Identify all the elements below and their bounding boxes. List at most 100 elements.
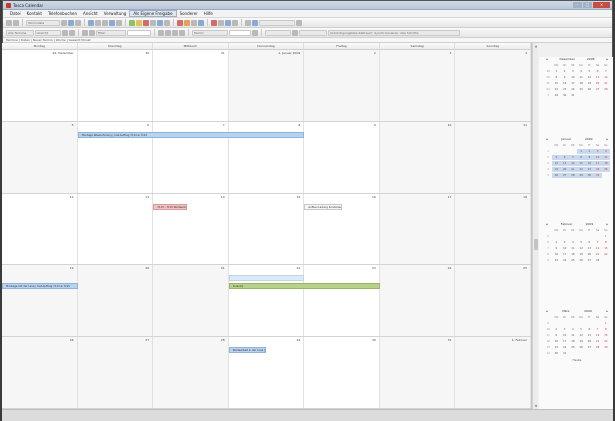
- mini-day[interactable]: 24: [593, 167, 602, 172]
- mini-day[interactable]: 20: [594, 81, 602, 86]
- help-icon[interactable]: [296, 19, 302, 26]
- mini-day[interactable]: 2: [552, 240, 560, 245]
- mini-day[interactable]: 7: [594, 240, 602, 245]
- day-cell[interactable]: 4: [455, 50, 531, 121]
- mini-day[interactable]: 20: [560, 167, 569, 172]
- mini-day[interactable]: 16: [561, 81, 569, 86]
- mini-day[interactable]: 23: [552, 258, 560, 263]
- day-cell[interactable]: 9: [304, 121, 380, 193]
- options-field[interactable]: [259, 19, 295, 26]
- mini-day[interactable]: 25: [601, 167, 610, 172]
- add-icon[interactable]: [129, 19, 135, 26]
- day-cell[interactable]: 28: [153, 337, 229, 408]
- mini-day[interactable]: 7: [594, 327, 602, 332]
- mini-day[interactable]: 11: [569, 246, 577, 251]
- mini-day[interactable]: 11: [601, 155, 610, 160]
- sync-icon[interactable]: [198, 19, 204, 26]
- day-cell[interactable]: 17: [379, 193, 456, 265]
- mini-day[interactable]: 5: [577, 327, 585, 332]
- next-month-icon[interactable]: ▸: [606, 309, 608, 314]
- calendar-picker-icon[interactable]: [252, 29, 258, 36]
- range-dropdown[interactable]: [265, 29, 291, 36]
- mini-day[interactable]: 11: [577, 75, 585, 80]
- mini-day[interactable]: 27: [560, 173, 569, 178]
- mini-day[interactable]: 7: [568, 155, 577, 160]
- nav-prev-icon[interactable]: [62, 29, 68, 36]
- mini-day[interactable]: 19: [577, 252, 585, 257]
- day-cell[interactable]: 18: [455, 193, 531, 265]
- prev-month-icon[interactable]: ◂: [546, 222, 548, 227]
- group-icon[interactable]: [232, 19, 238, 26]
- calendar-event[interactable]: [228, 275, 305, 282]
- mini-day[interactable]: 29: [602, 345, 610, 350]
- day-cell[interactable]: 23: [304, 265, 380, 337]
- mode-dropdown[interactable]: [299, 29, 327, 36]
- mini-day[interactable]: 3: [593, 149, 602, 154]
- mini-day[interactable]: 19: [552, 167, 561, 172]
- mini-day[interactable]: 15: [577, 161, 586, 166]
- mini-day[interactable]: 22: [602, 252, 610, 257]
- menu-item-sonderer[interactable]: Sonderer: [177, 10, 201, 17]
- view-dropdown[interactable]: Ansicht: [35, 29, 61, 36]
- mini-day[interactable]: 24: [561, 258, 569, 263]
- menu-item-datei[interactable]: Datei: [7, 10, 24, 17]
- mini-day[interactable]: 27: [585, 258, 593, 263]
- day-cell[interactable]: 2: [304, 50, 380, 121]
- mini-day[interactable]: 7: [602, 69, 610, 74]
- day-cell[interactable]: 20: [77, 265, 154, 337]
- down-icon[interactable]: [179, 29, 185, 36]
- mini-day[interactable]: 13: [560, 161, 569, 166]
- mini-day[interactable]: 21: [568, 167, 577, 172]
- mini-day[interactable]: 23: [552, 345, 560, 350]
- mini-day[interactable]: 6: [585, 240, 593, 245]
- mini-day[interactable]: 23: [561, 87, 569, 92]
- mini-day[interactable]: 1: [552, 69, 560, 74]
- menu-item-ansicht[interactable]: Ansicht: [80, 10, 101, 17]
- export-icon[interactable]: [245, 19, 251, 26]
- prev-month-icon[interactable]: ◂: [546, 57, 548, 62]
- date-input[interactable]: [229, 29, 251, 36]
- mini-day[interactable]: 27: [585, 345, 593, 350]
- day-cell[interactable]: 15: [228, 193, 305, 265]
- mini-day[interactable]: 10: [561, 246, 569, 251]
- menu-item-als-eigene-freigabe[interactable]: Als Eigene Freigabe: [129, 10, 177, 17]
- first-icon[interactable]: [158, 29, 164, 36]
- settings-icon[interactable]: [218, 19, 224, 26]
- prev-month-icon[interactable]: ◂: [546, 309, 548, 314]
- filter-dropdown[interactable]: Filter: [96, 29, 126, 36]
- mini-day[interactable]: 24: [561, 345, 569, 350]
- mini-day[interactable]: 4: [569, 327, 577, 332]
- mini-day[interactable]: 14: [602, 75, 610, 80]
- mini-day[interactable]: 8: [577, 155, 586, 160]
- mini-day[interactable]: 9: [552, 246, 560, 251]
- mini-day[interactable]: 18: [577, 81, 585, 86]
- mini-day[interactable]: 15: [552, 81, 560, 86]
- mini-day[interactable]: 29: [577, 173, 586, 178]
- mini-day[interactable]: 15: [602, 246, 610, 251]
- month-view-icon[interactable]: [102, 19, 108, 26]
- mini-day[interactable]: 15: [602, 333, 610, 338]
- mini-day[interactable]: 22: [577, 167, 586, 172]
- mini-day[interactable]: 26: [577, 345, 585, 350]
- last-icon[interactable]: [165, 29, 171, 36]
- mini-day[interactable]: 3: [561, 327, 569, 332]
- mini-day[interactable]: 13: [594, 75, 602, 80]
- mini-day[interactable]: 17: [569, 81, 577, 86]
- mini-day[interactable]: 17: [593, 161, 602, 166]
- view-select[interactable]: Terminliste: [26, 19, 60, 26]
- print-icon[interactable]: [109, 19, 115, 26]
- mini-day[interactable]: 1: [602, 321, 610, 326]
- mini-day[interactable]: 14: [568, 161, 577, 166]
- mini-day[interactable]: 2: [585, 149, 594, 154]
- mini-day[interactable]: 8: [602, 240, 610, 245]
- minimize-button[interactable]: –: [573, 2, 582, 8]
- mini-day[interactable]: 30: [585, 173, 594, 178]
- mini-day[interactable]: 2: [552, 327, 560, 332]
- mini-day[interactable]: 26: [585, 87, 593, 92]
- mini-day[interactable]: 2: [561, 69, 569, 74]
- mini-day[interactable]: 1: [577, 149, 586, 154]
- mini-day[interactable]: 10: [561, 333, 569, 338]
- mini-day[interactable]: 30: [552, 351, 560, 356]
- calendar-icon[interactable]: [61, 19, 67, 26]
- day-cell[interactable]: 1. Februar: [455, 337, 531, 408]
